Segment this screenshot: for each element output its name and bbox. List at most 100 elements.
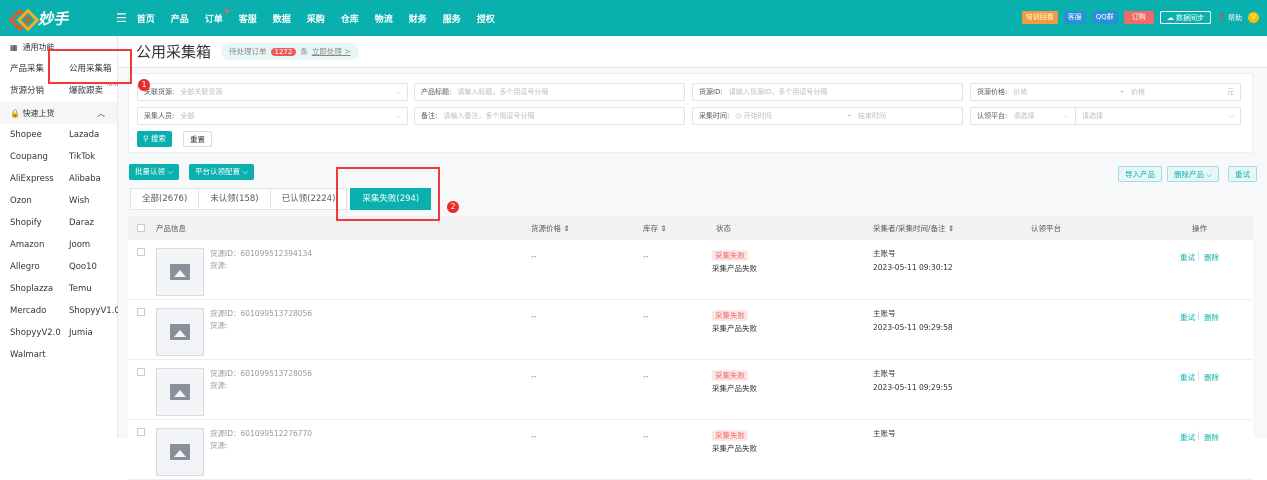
grid-icon: ▦ (10, 42, 18, 52)
retry-button[interactable]: 重试 (1228, 166, 1257, 182)
source-select[interactable]: 关联货源: 全部关联货源 ⌵ (137, 83, 408, 101)
sidebar-platform-item[interactable]: Allegro (10, 256, 69, 278)
batch-claim-button[interactable]: 批量认领 ⌵ (129, 164, 180, 180)
source-id-input[interactable]: 货源ID: 请输入货源ID，多个用逗号分隔 (692, 83, 963, 101)
qq-group-button[interactable]: QQ群 (1091, 11, 1118, 24)
sidebar-platform-item[interactable]: Mercado (10, 300, 69, 322)
reset-button[interactable]: 重置 (183, 131, 212, 147)
price-range-input[interactable]: 货源价格: 价格 - 价格元 (970, 83, 1241, 101)
image-icon (170, 384, 190, 400)
sidebar-platform-item[interactable]: ShopyyV2.0 (10, 322, 69, 344)
order-button[interactable]: 订购 (1123, 11, 1154, 24)
collect-time: 2023-05-11 09:30:12 (873, 263, 953, 272)
col-stock[interactable]: 库存 ⇕ (643, 223, 667, 234)
pending-count: 1272 (270, 47, 297, 56)
delete-link[interactable]: 删除 (1204, 312, 1219, 323)
process-now-link[interactable]: 立即处理 > (312, 46, 351, 57)
nav-item[interactable]: 订单 (205, 8, 239, 25)
logo[interactable]: 妙手 (12, 8, 102, 29)
nav-item[interactable]: 数据 (273, 12, 307, 25)
nav-item[interactable]: 仓库 (341, 12, 375, 25)
search-icon: ⚲ (143, 134, 151, 143)
col-status: 状态 (716, 223, 731, 233)
sidebar-platform-item[interactable]: Shoplazza (10, 278, 69, 300)
user-avatar[interactable]: V (1248, 12, 1259, 23)
status-badge: 采集失败 (712, 310, 748, 321)
col-price[interactable]: 货源价格 ⇕ (531, 223, 570, 234)
import-product-button[interactable]: 导入产品 (1118, 166, 1162, 182)
status-text: 采集产品失败 (712, 444, 757, 453)
collect-time-range[interactable]: 采集时间: ◷ 开始时间 - 结束时间 (692, 107, 963, 125)
nav-item[interactable]: 采购 (307, 12, 341, 25)
delete-product-button[interactable]: 删除产品 ⌵ (1167, 166, 1220, 182)
nav-item[interactable]: 首页 (137, 12, 171, 25)
stock: -- (643, 432, 649, 441)
retry-link[interactable]: 重试 (1180, 312, 1195, 323)
note-input[interactable]: 备注: 请输入备注，多个用逗号分隔 (414, 107, 685, 125)
status-badge: 采集失败 (712, 370, 748, 381)
table-row: 货源ID：601099513728056 货源: -- -- 采集失败 采集产品失败 主账号… (128, 360, 1253, 420)
sidebar-platform-item[interactable]: Shopee (10, 124, 69, 146)
logo-text: 妙手 (38, 9, 69, 28)
source-id: 货源ID：601099513728056 (210, 369, 313, 378)
sidebar-platform-item[interactable]: Coupang (10, 146, 69, 168)
price: -- (531, 312, 537, 321)
help-link[interactable]: ❓ 帮助 (1217, 13, 1242, 23)
tab-all[interactable]: 全部(2676) (130, 188, 200, 210)
platform-config-button[interactable]: 平台认领配置 ⌵ (189, 164, 255, 180)
sidebar-platform-item[interactable]: Shopify (10, 212, 69, 234)
sidebar-platform-item[interactable]: Amazon (10, 234, 69, 256)
claim-platform-sub-select[interactable]: 请选择 ⌵ (1075, 107, 1241, 125)
divider (1198, 371, 1199, 380)
col-collector[interactable]: 采集者/采集时间/备注 ⇕ (873, 223, 954, 234)
row-checkbox[interactable] (137, 428, 145, 436)
row-checkbox[interactable] (137, 368, 145, 376)
tab-unclaimed[interactable]: 未认领(158) (198, 188, 271, 210)
stock: -- (643, 312, 649, 321)
product-image-placeholder (156, 428, 204, 476)
delete-link[interactable]: 删除 (1204, 252, 1219, 263)
divider (1198, 251, 1199, 260)
status-badge: 采集失败 (712, 430, 748, 441)
collector-select[interactable]: 采集人员: 全部 ⌵ (137, 107, 408, 125)
chevron-down-icon: ⌵ (1228, 111, 1234, 120)
data-sync-button[interactable]: ☁ 数据同步 (1159, 11, 1212, 24)
retry-link[interactable]: 重试 (1180, 252, 1195, 263)
price: -- (531, 252, 537, 261)
delete-link[interactable]: 删除 (1204, 372, 1219, 383)
menu-icon[interactable]: ☰ (116, 11, 127, 25)
status-text: 采集产品失败 (712, 384, 757, 393)
nav-item[interactable]: 产品 (171, 12, 205, 25)
search-button[interactable]: ⚲ 搜索 (137, 131, 172, 147)
nav-item[interactable]: 授权 (477, 12, 511, 25)
service-button[interactable]: 客服 (1063, 11, 1086, 24)
item-label: 爆款跟卖 (69, 86, 104, 96)
nav-item[interactable]: 客服 (239, 12, 273, 25)
nav-item[interactable]: 物流 (375, 12, 409, 25)
clock-icon: ◷ (735, 112, 744, 120)
sidebar-platform-item[interactable]: Ozon (10, 190, 69, 212)
chevron-up-icon: ︿ (97, 108, 105, 118)
image-icon (170, 444, 190, 460)
nav-item[interactable]: 财务 (409, 12, 443, 25)
sidebar-platform-item[interactable]: Walmart (10, 344, 69, 366)
claim-platform-select[interactable]: 认领平台: 请选择 ⌵ (970, 107, 1076, 125)
source-label: 货源: (210, 321, 228, 330)
status-badge: 采集失败 (712, 250, 748, 261)
row-checkbox[interactable] (137, 248, 145, 256)
sidebar-section-quick[interactable]: 🔒 快速上货 ︿ (0, 102, 117, 124)
title-input[interactable]: 产品标题: 请输入标题，多个用逗号分隔 (414, 83, 685, 101)
source-id: 货源ID：601099513728056 (210, 309, 313, 318)
select-all-checkbox[interactable] (137, 224, 145, 232)
stock: -- (643, 372, 649, 381)
retry-link[interactable]: 重试 (1180, 372, 1195, 383)
sidebar-platform-item[interactable]: AliExpress (10, 168, 69, 190)
sidebar: ▦ 通用功能 产品采集 公用采集箱 货源分销 爆款跟卖 NEW 🔒 快速上货 ︿ Sh… (0, 36, 120, 438)
image-icon (170, 324, 190, 340)
filter-panel: 关联货源: 全部关联货源 ⌵ 产品标题: 请输入标题，多个用逗号分隔 货源ID: 请输入… (128, 73, 1253, 153)
row-checkbox[interactable] (137, 308, 145, 316)
nav-item[interactable]: 服务 (443, 12, 477, 25)
sync-label: 数据同步 (1176, 14, 1205, 22)
training-button[interactable]: 培训回看 (1021, 11, 1058, 24)
status-text: 采集产品失败 (712, 324, 757, 333)
